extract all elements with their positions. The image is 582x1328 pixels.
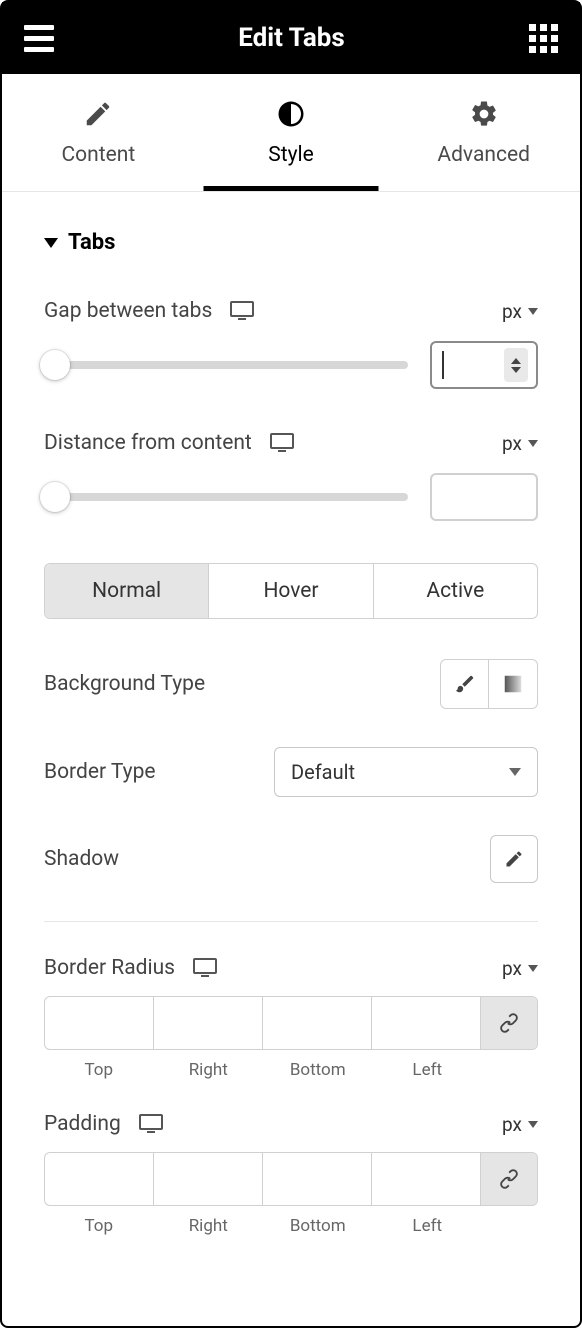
side-bottom: Bottom bbox=[263, 1216, 373, 1236]
padding-link-button[interactable] bbox=[481, 1153, 537, 1205]
unit-text: px bbox=[502, 957, 522, 980]
chevron-down-icon bbox=[528, 308, 538, 315]
distance-slider[interactable] bbox=[44, 482, 408, 512]
chevron-down-icon bbox=[528, 1121, 538, 1128]
state-tabs: Normal Hover Active bbox=[44, 563, 538, 619]
border-type-row: Border Type Default bbox=[44, 747, 538, 797]
padding-inputs bbox=[44, 1152, 538, 1206]
link-icon bbox=[498, 1012, 520, 1034]
side-right: Right bbox=[154, 1216, 264, 1236]
border-radius-control: Border Radius px Top Right Bottom Left bbox=[44, 956, 538, 1080]
side-right: Right bbox=[154, 1060, 264, 1080]
section-title: Tabs bbox=[68, 230, 115, 255]
link-icon bbox=[498, 1168, 520, 1190]
gap-unit-select[interactable]: px bbox=[502, 300, 538, 323]
radius-bottom-input[interactable] bbox=[263, 997, 372, 1049]
gear-icon bbox=[469, 99, 499, 129]
border-radius-sides: Top Right Bottom Left bbox=[44, 1060, 538, 1080]
menu-icon[interactable] bbox=[24, 25, 54, 52]
distance-label: Distance from content bbox=[44, 431, 252, 455]
side-left: Left bbox=[373, 1216, 483, 1236]
divider bbox=[44, 921, 538, 922]
padding-top-input[interactable] bbox=[45, 1153, 154, 1205]
background-type-buttons bbox=[440, 659, 538, 709]
brush-icon bbox=[454, 673, 476, 695]
padding-unit[interactable]: px bbox=[502, 1113, 538, 1136]
tab-label: Style bbox=[268, 143, 314, 167]
radius-right-input[interactable] bbox=[154, 997, 263, 1049]
distance-label-row: Distance from content px bbox=[44, 431, 538, 455]
shadow-edit-button[interactable] bbox=[490, 835, 538, 883]
radius-left-input[interactable] bbox=[372, 997, 481, 1049]
padding-right-input[interactable] bbox=[154, 1153, 263, 1205]
state-tab-normal[interactable]: Normal bbox=[45, 564, 209, 618]
distance-unit-select[interactable]: px bbox=[502, 432, 538, 455]
gradient-icon bbox=[502, 673, 524, 695]
padding-left-input[interactable] bbox=[372, 1153, 481, 1205]
desktop-icon[interactable] bbox=[270, 433, 294, 453]
gap-label: Gap between tabs bbox=[44, 299, 212, 323]
contrast-icon bbox=[276, 99, 306, 129]
state-tab-active[interactable]: Active bbox=[374, 564, 537, 618]
slider-thumb[interactable] bbox=[40, 350, 70, 380]
gap-label-row: Gap between tabs px bbox=[44, 299, 538, 323]
shadow-row: Shadow bbox=[44, 835, 538, 883]
desktop-icon[interactable] bbox=[193, 958, 217, 978]
editor-header: Edit Tabs bbox=[2, 2, 580, 74]
gap-input[interactable] bbox=[430, 341, 538, 389]
header-title: Edit Tabs bbox=[238, 23, 345, 53]
unit-text: px bbox=[502, 1113, 522, 1136]
pencil-icon bbox=[504, 849, 524, 869]
side-left: Left bbox=[373, 1060, 483, 1080]
gap-slider[interactable] bbox=[44, 350, 408, 380]
caret-down-icon bbox=[44, 238, 58, 248]
background-type-label: Background Type bbox=[44, 672, 205, 696]
border-type-label: Border Type bbox=[44, 760, 156, 784]
slider-track bbox=[44, 493, 408, 501]
unit-text: px bbox=[502, 300, 522, 323]
tab-content[interactable]: Content bbox=[2, 74, 195, 191]
background-type-row: Background Type bbox=[44, 659, 538, 709]
main-tabs: Content Style Advanced bbox=[2, 74, 580, 192]
radius-top-input[interactable] bbox=[45, 997, 154, 1049]
bg-classic-button[interactable] bbox=[441, 660, 489, 708]
tab-label: Advanced bbox=[437, 143, 530, 167]
tab-label: Content bbox=[61, 143, 135, 167]
border-radius-inputs bbox=[44, 996, 538, 1050]
chevron-down-icon bbox=[528, 440, 538, 447]
unit-text: px bbox=[502, 432, 522, 455]
padding-control: Padding px Top Right Bottom Left bbox=[44, 1112, 538, 1236]
select-value: Default bbox=[291, 760, 355, 784]
tab-style[interactable]: Style bbox=[195, 74, 388, 191]
tab-advanced[interactable]: Advanced bbox=[387, 74, 580, 191]
section-tabs-toggle[interactable]: Tabs bbox=[44, 230, 538, 255]
apps-grid-icon[interactable] bbox=[529, 24, 558, 53]
slider-track bbox=[44, 361, 408, 369]
state-tab-hover[interactable]: Hover bbox=[209, 564, 373, 618]
side-bottom: Bottom bbox=[263, 1060, 373, 1080]
border-radius-unit[interactable]: px bbox=[502, 957, 538, 980]
radius-link-button[interactable] bbox=[481, 997, 537, 1049]
distance-input[interactable] bbox=[430, 473, 538, 521]
gap-slider-row bbox=[44, 341, 538, 389]
style-panel: Tabs Gap between tabs px Distance from c… bbox=[2, 192, 580, 1236]
chevron-down-icon bbox=[528, 965, 538, 972]
number-steppers[interactable] bbox=[504, 348, 528, 382]
bg-gradient-button[interactable] bbox=[489, 660, 537, 708]
side-top: Top bbox=[44, 1060, 154, 1080]
desktop-icon[interactable] bbox=[139, 1114, 163, 1134]
border-type-select[interactable]: Default bbox=[274, 747, 538, 797]
pencil-icon bbox=[83, 99, 113, 129]
border-radius-label: Border Radius bbox=[44, 956, 175, 980]
distance-slider-row bbox=[44, 473, 538, 521]
chevron-down-icon bbox=[509, 768, 521, 776]
slider-thumb[interactable] bbox=[40, 482, 70, 512]
shadow-label: Shadow bbox=[44, 847, 119, 871]
side-top: Top bbox=[44, 1216, 154, 1236]
padding-sides: Top Right Bottom Left bbox=[44, 1216, 538, 1236]
padding-label: Padding bbox=[44, 1112, 121, 1136]
desktop-icon[interactable] bbox=[230, 301, 254, 321]
padding-bottom-input[interactable] bbox=[263, 1153, 372, 1205]
